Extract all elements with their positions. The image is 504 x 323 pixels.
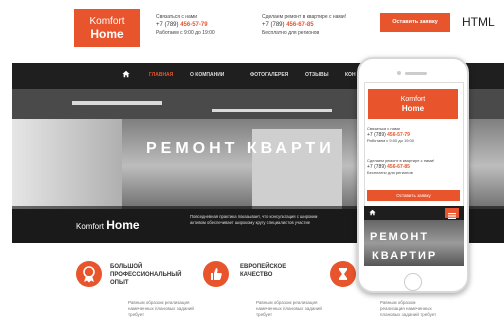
hero-brand-light: Komfort (76, 222, 105, 231)
phone-hero-title-line1: РЕМОНТ (370, 231, 430, 243)
site-logo[interactable]: Komfort Home (74, 9, 140, 47)
contact-hours: Работаем с 9:00 до 19:00 (156, 30, 215, 36)
contact-phone-prefix: +7 (789) (156, 22, 179, 28)
feature-text: Равным образом реализация намеченных пла… (128, 300, 194, 317)
contact-block-1: Связаться с нами +7 (789) 456-57-79 Рабо… (156, 13, 236, 37)
nav-item-about[interactable]: О КОМПАНИИ (190, 72, 224, 78)
contact-phone-number: 456-57-79 (180, 22, 208, 28)
contact-label: Сделаем ремонт в квартире с нами! (262, 14, 347, 20)
contact-phone[interactable]: +7 (789) 456-57-79 (156, 21, 236, 29)
ceiling-light (72, 101, 162, 105)
request-call-button[interactable]: Оставить заявку (380, 13, 450, 32)
award-icon (76, 261, 102, 287)
contact-phone[interactable]: +7 (789) 456-67-85 (262, 21, 372, 29)
contact-label: Связаться с нами (156, 14, 198, 20)
contact-phone-number: 456-67-85 (286, 22, 314, 28)
phone-contact-block-1: Связаться с нами +7 (789) 456-57-79 Рабо… (367, 126, 459, 144)
nav-item-contacts[interactable]: КОН (345, 72, 356, 78)
phone-hero-title-line2: КВАРТИР (372, 250, 438, 262)
phone-contact-hours: Работаем с 9:00 до 19:00 (367, 138, 414, 143)
contact-phone-prefix: +7 (789) (262, 22, 285, 28)
phone-logo-line2: Home (401, 104, 425, 113)
phone-logo-line1: Komfort (400, 96, 426, 103)
home-icon[interactable] (122, 70, 130, 78)
feature-title: БОЛЬШОЙ ПРОФЕССИОНАЛЬНЫЙ ОПЫТ (110, 264, 182, 286)
feature-title: ЕВРОПЕЙСКОЕ КАЧЕСТВО (240, 264, 287, 278)
menu-icon[interactable] (445, 208, 459, 219)
nav-item-gallery[interactable]: ФОТОГАЛЕРЕЯ (250, 72, 288, 78)
logo-line2: Home (90, 27, 124, 41)
phone-home-button (404, 273, 422, 291)
ceiling-light (212, 109, 332, 112)
speaker-grille (405, 72, 427, 75)
hourglass-icon (330, 261, 356, 287)
hero-title: РЕМОНТ КВАРТИ (146, 140, 335, 157)
phone-request-button[interactable]: Оставить заявку (367, 190, 460, 201)
html-label: HTML (462, 15, 495, 29)
phone-contact-block-2: Сделаем ремонт в квартире с нами! +7 (78… (367, 158, 459, 176)
phone-logo[interactable]: Komfort Home (368, 89, 458, 119)
camera-icon (397, 71, 401, 75)
hero-brand: Komfort Home (76, 218, 140, 232)
thumbs-up-icon (203, 261, 229, 287)
window-curtain (12, 119, 122, 209)
home-icon[interactable] (369, 209, 376, 216)
hero-description: Повседневная практика показывает, что ко… (190, 214, 318, 225)
feature-text: Равным образом реализация намеченных пла… (380, 300, 437, 317)
nav-item-reviews[interactable]: ОТЗЫВЫ (305, 72, 328, 78)
nav-item-home[interactable]: ГЛАВНАЯ (149, 72, 173, 78)
contact-block-2: Сделаем ремонт в квартире с нами! +7 (78… (262, 13, 372, 37)
phone-contact-note: Бесплатно для регионов (367, 170, 413, 175)
feature-text: Равным образом реализация намеченных пла… (256, 300, 322, 317)
hero-brand-bold: Home (106, 218, 140, 232)
contact-note: Бесплатно для регионов (262, 30, 320, 36)
